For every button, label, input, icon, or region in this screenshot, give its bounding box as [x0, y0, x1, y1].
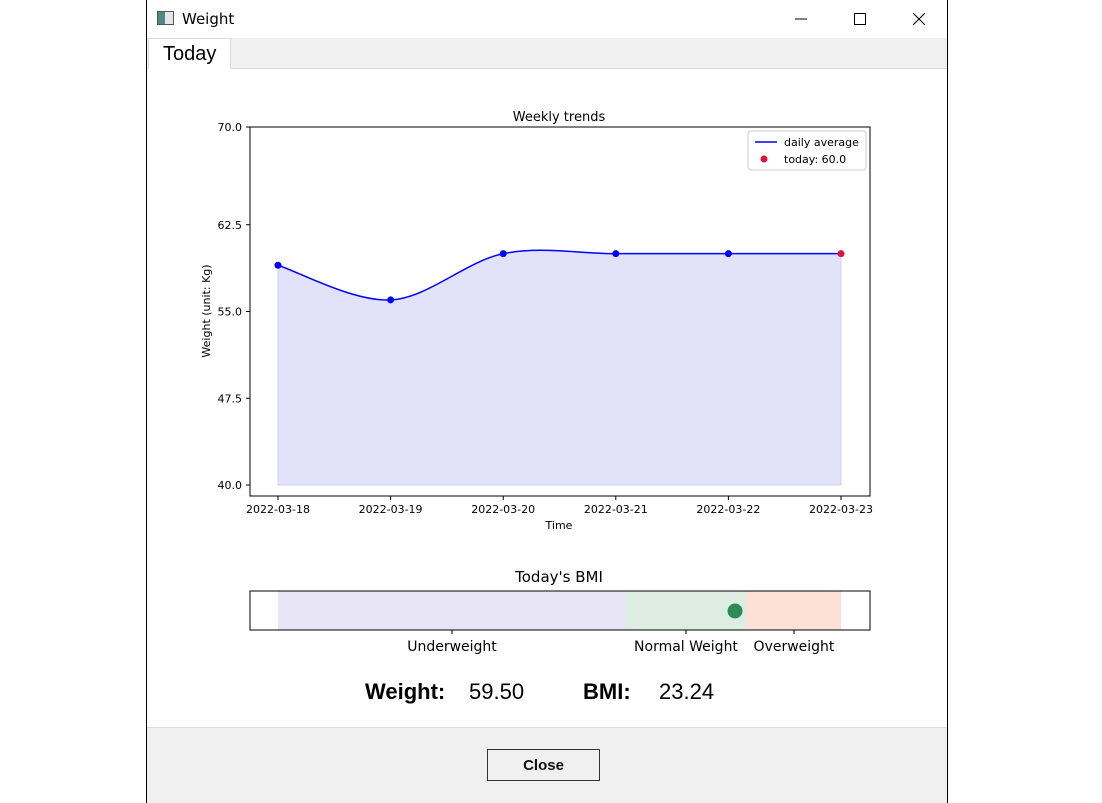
- legend-label-daily-average: daily average: [784, 136, 859, 149]
- weight-value: 59.50: [469, 679, 524, 704]
- bmi-marker: [727, 603, 743, 619]
- data-point-today: [837, 250, 845, 258]
- bmi-label-overweight: Overweight: [754, 639, 835, 655]
- data-point: [499, 250, 507, 258]
- data-point: [387, 296, 395, 304]
- y-tick-label: 47.5: [218, 392, 243, 405]
- summary-row: Weight: 59.50 BMI: 23.24: [365, 679, 714, 704]
- tab-bar: Today: [147, 38, 947, 69]
- y-axis-label: Weight (unit: Kg): [200, 264, 213, 357]
- bmi-value: 23.24: [659, 679, 714, 704]
- x-tick-label: 2022-03-21: [584, 503, 648, 516]
- bmi-summary-label: BMI:: [583, 679, 631, 704]
- window-title: Weight: [182, 10, 235, 28]
- today-graphics: Weekly trends 2022-03-18 2022-03-19 2022-0…: [200, 110, 873, 704]
- title-bar: Weight: [147, 0, 947, 38]
- legend-marker-today: [760, 155, 768, 163]
- maximize-icon: [854, 13, 866, 25]
- app-window-icon: [157, 11, 174, 25]
- x-tick-label: 2022-03-18: [246, 503, 310, 516]
- y-tick-label: 40.0: [218, 479, 243, 492]
- close-icon: [913, 13, 925, 25]
- bmi-label-underweight: Underweight: [407, 639, 497, 655]
- bmi-label-normal: Normal Weight: [634, 639, 738, 655]
- bmi-gauge: Today's BMI Underweight Normal Weight Ov…: [249, 568, 871, 655]
- weekly-trends-chart: Weekly trends 2022-03-18 2022-03-19 2022-0…: [200, 110, 873, 532]
- series-area-daily-average: [277, 249, 842, 486]
- bmi-band-underweight: [278, 591, 625, 630]
- weight-window: Weight Today Weekly trends 2022-03-18 202…: [146, 0, 948, 803]
- tab-today[interactable]: Today: [148, 38, 232, 69]
- minimize-icon: [795, 18, 807, 20]
- minimize-button[interactable]: [772, 0, 830, 38]
- x-axis-ticks: 2022-03-18 2022-03-19 2022-03-20 2022-03-21…: [246, 496, 873, 516]
- x-tick-label: 2022-03-22: [696, 503, 760, 516]
- y-tick-label: 70.0: [218, 121, 243, 134]
- weight-label: Weight:: [365, 679, 445, 704]
- maximize-button[interactable]: [831, 0, 889, 38]
- today-panel: Weekly trends 2022-03-18 2022-03-19 2022-0…: [147, 69, 947, 727]
- chart-legend: daily average today: 60.0: [747, 130, 867, 171]
- legend-label-today: today: 60.0: [784, 153, 846, 166]
- y-axis-ticks: 40.0 47.5 55.0 62.5 70.0: [218, 121, 250, 492]
- data-point: [724, 250, 732, 258]
- close-button[interactable]: Close: [487, 749, 600, 781]
- x-axis-label: Time: [545, 519, 573, 532]
- data-point: [274, 261, 282, 269]
- bmi-band-overweight: [746, 591, 841, 630]
- y-tick-label: 55.0: [218, 306, 243, 319]
- dialog-footer: Close: [147, 727, 947, 803]
- chart-title: Weekly trends: [513, 110, 606, 125]
- x-tick-label: 2022-03-20: [471, 503, 535, 516]
- data-point: [612, 250, 620, 258]
- y-tick-label: 62.5: [218, 219, 243, 232]
- bmi-title: Today's BMI: [514, 568, 603, 586]
- x-tick-label: 2022-03-23: [809, 503, 873, 516]
- close-window-button[interactable]: [890, 0, 948, 38]
- x-tick-label: 2022-03-19: [359, 503, 423, 516]
